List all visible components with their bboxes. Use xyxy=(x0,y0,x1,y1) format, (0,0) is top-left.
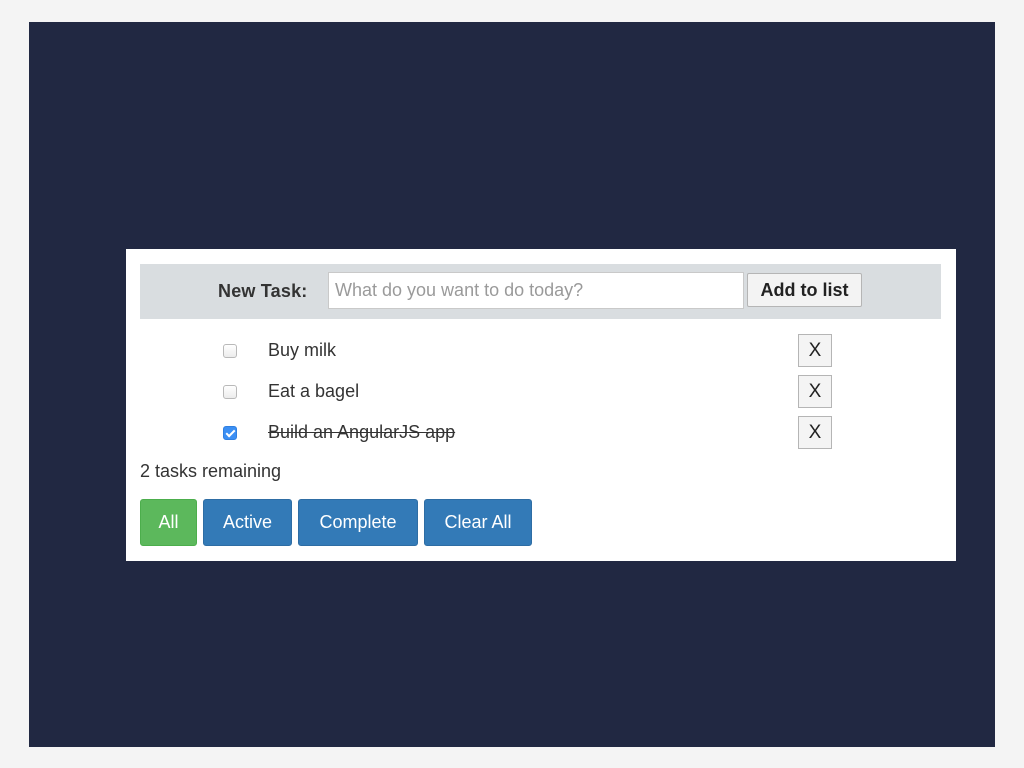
task-checkbox[interactable] xyxy=(223,426,237,440)
task-text: Buy milk xyxy=(268,340,337,360)
task-text: Build an AngularJS app xyxy=(268,422,456,442)
clear-all-button[interactable]: Clear All xyxy=(424,499,532,546)
filter-complete-button[interactable]: Complete xyxy=(298,499,418,546)
background-frame: New Task: Add to list Buy milk X Eat a b… xyxy=(29,22,995,747)
tasks-remaining-count: 2 tasks remaining xyxy=(140,461,282,481)
filter-all-button[interactable]: All xyxy=(140,499,197,546)
new-task-input[interactable] xyxy=(328,272,744,309)
task-row: Build an AngularJS app X xyxy=(126,416,956,456)
delete-task-button[interactable]: X xyxy=(798,334,832,367)
new-task-label: New Task: xyxy=(218,281,308,301)
task-row: Buy milk X xyxy=(126,334,956,374)
todo-panel: New Task: Add to list Buy milk X Eat a b… xyxy=(126,249,956,561)
task-row: Eat a bagel X xyxy=(126,375,956,415)
delete-task-button[interactable]: X xyxy=(798,416,832,449)
add-to-list-button[interactable]: Add to list xyxy=(747,273,862,307)
new-task-bar: New Task: Add to list xyxy=(140,264,941,319)
filter-active-button[interactable]: Active xyxy=(203,499,292,546)
delete-task-button[interactable]: X xyxy=(798,375,832,408)
task-checkbox[interactable] xyxy=(223,344,237,358)
task-text: Eat a bagel xyxy=(268,381,360,401)
task-checkbox[interactable] xyxy=(223,385,237,399)
